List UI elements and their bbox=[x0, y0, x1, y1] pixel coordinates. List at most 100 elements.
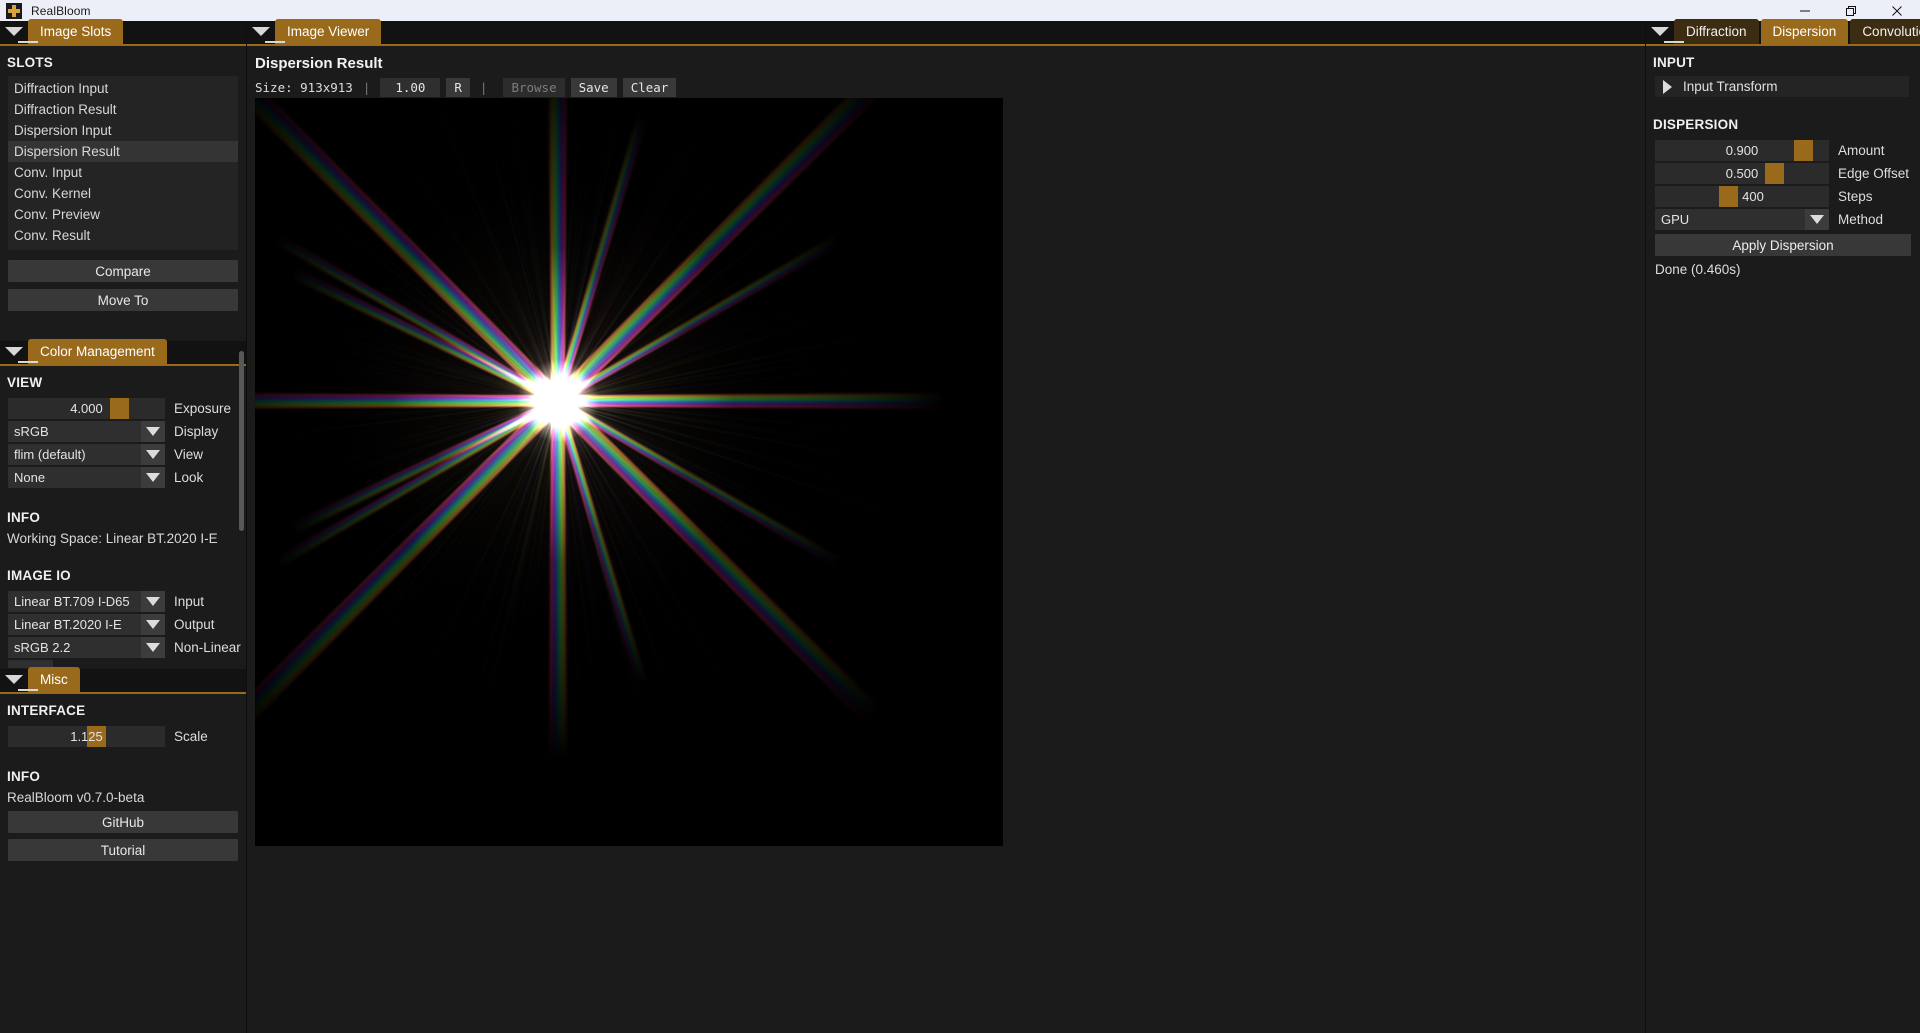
image-size-text: Size: 913x913 bbox=[255, 80, 353, 95]
interface-heading: INTERFACE bbox=[0, 694, 246, 724]
image-viewer-tabbar: Image Viewer bbox=[247, 21, 1645, 46]
display-select[interactable]: sRGB bbox=[8, 421, 165, 442]
method-label: Method bbox=[1838, 212, 1883, 227]
tutorial-button[interactable]: Tutorial bbox=[8, 839, 238, 861]
look-select[interactable]: None bbox=[8, 467, 165, 488]
right-panel: Diffraction Dispersion Convolution INPUT… bbox=[1646, 21, 1920, 1033]
io-nonlinear-row: sRGB 2.2 Non-Linear bbox=[8, 637, 238, 658]
zoom-value-input[interactable]: 1.00 bbox=[380, 78, 440, 97]
tab-image-viewer[interactable]: Image Viewer bbox=[275, 19, 381, 44]
io-nonlinear-value: sRGB 2.2 bbox=[14, 640, 70, 655]
save-button[interactable]: Save bbox=[571, 78, 617, 97]
display-label: Display bbox=[174, 424, 218, 439]
color-management-tabbar: Color Management bbox=[0, 341, 246, 366]
center-panel: Image Viewer Dispersion Result Size: 913… bbox=[247, 21, 1646, 1033]
list-item[interactable]: Dispersion Result bbox=[8, 141, 238, 162]
io-nonlinear-label: Non-Linear bbox=[174, 640, 241, 655]
minimize-icon[interactable] bbox=[1782, 0, 1828, 21]
list-item[interactable]: Dispersion Input bbox=[8, 120, 238, 141]
slots-list: Diffraction Input Diffraction Result Dis… bbox=[8, 76, 238, 250]
steps-slider[interactable]: 400 bbox=[1655, 186, 1829, 207]
amount-slider[interactable]: 0.900 bbox=[1655, 140, 1829, 161]
io-nonlinear-select[interactable]: sRGB 2.2 bbox=[8, 637, 165, 658]
amount-label: Amount bbox=[1838, 143, 1885, 158]
io-output-select[interactable]: Linear BT.2020 I-E bbox=[8, 614, 165, 635]
method-select[interactable]: GPU bbox=[1655, 209, 1829, 230]
tab-color-management[interactable]: Color Management bbox=[28, 339, 167, 364]
cm-info-heading: INFO bbox=[0, 488, 246, 531]
steps-value: 400 bbox=[1742, 189, 1764, 204]
viewer-toolbar: Size: 913x913 | 1.00 R | Browse Save Cle… bbox=[247, 72, 1645, 98]
chevron-down-icon[interactable] bbox=[1805, 209, 1829, 230]
exposure-slider[interactable]: 4.000 bbox=[8, 398, 165, 419]
left-panel: Image Slots SLOTS Diffraction Input Diff… bbox=[0, 21, 247, 1033]
chevron-down-icon[interactable] bbox=[141, 614, 165, 635]
chevron-down-icon[interactable] bbox=[141, 467, 165, 488]
io-input-select[interactable]: Linear BT.709 I-D65 bbox=[8, 591, 165, 612]
triangle-right-icon[interactable] bbox=[1663, 80, 1672, 94]
dispersion-result-image[interactable] bbox=[255, 98, 1003, 846]
tab-image-slots[interactable]: Image Slots bbox=[28, 19, 123, 44]
dispersion-heading: DISPERSION bbox=[1646, 97, 1920, 138]
collapse-arrow-icon[interactable] bbox=[1646, 19, 1674, 44]
chevron-down-icon[interactable] bbox=[141, 637, 165, 658]
io-output-label: Output bbox=[174, 617, 215, 632]
input-transform-label: Input Transform bbox=[1683, 79, 1778, 94]
exposure-value: 4.000 bbox=[70, 401, 103, 416]
reset-zoom-button[interactable]: R bbox=[446, 78, 470, 97]
misc-info-heading: INFO bbox=[0, 747, 246, 790]
exposure-label: Exposure bbox=[174, 401, 231, 416]
collapse-arrow-icon[interactable] bbox=[0, 667, 28, 692]
exposure-row: 4.000 Exposure bbox=[8, 398, 238, 419]
misc-tabbar: Misc bbox=[0, 669, 246, 694]
look-label: Look bbox=[174, 470, 203, 485]
apply-dispersion-button[interactable]: Apply Dispersion bbox=[1655, 234, 1911, 256]
module-tabbar: Diffraction Dispersion Convolution bbox=[1646, 21, 1920, 46]
tab-dispersion[interactable]: Dispersion bbox=[1761, 19, 1849, 44]
image-slots-tabbar: Image Slots bbox=[0, 21, 246, 46]
method-row: GPU Method bbox=[1655, 209, 1911, 230]
window-controls bbox=[1782, 0, 1920, 21]
move-to-button[interactable]: Move To bbox=[8, 289, 238, 311]
list-item[interactable]: Diffraction Input bbox=[8, 78, 238, 99]
collapse-arrow-icon[interactable] bbox=[0, 19, 28, 44]
chevron-down-icon[interactable] bbox=[141, 444, 165, 465]
list-item[interactable]: Diffraction Result bbox=[8, 99, 238, 120]
window-title: RealBloom bbox=[31, 4, 91, 18]
list-item[interactable]: Conv. Kernel bbox=[8, 183, 238, 204]
list-item[interactable]: Conv. Preview bbox=[8, 204, 238, 225]
page-title: Dispersion Result bbox=[247, 46, 1645, 72]
chevron-down-icon[interactable] bbox=[141, 421, 165, 442]
view-value: flim (default) bbox=[14, 447, 86, 462]
io-input-row: Linear BT.709 I-D65 Input bbox=[8, 591, 238, 612]
input-transform-row[interactable]: Input Transform bbox=[1655, 76, 1909, 97]
collapse-arrow-icon[interactable] bbox=[0, 339, 28, 364]
github-button[interactable]: GitHub bbox=[8, 811, 238, 833]
collapse-arrow-icon[interactable] bbox=[247, 19, 275, 44]
browse-button[interactable]: Browse bbox=[503, 78, 564, 97]
look-row: None Look bbox=[8, 467, 238, 488]
steps-row: 400 Steps bbox=[1655, 186, 1911, 207]
app-plus-icon bbox=[6, 3, 22, 19]
display-value: sRGB bbox=[14, 424, 49, 439]
image-canvas-area[interactable] bbox=[247, 98, 1645, 1033]
scale-slider[interactable]: 1.125 bbox=[8, 726, 165, 747]
compare-button[interactable]: Compare bbox=[8, 260, 238, 282]
version-text: RealBloom v0.7.0-beta bbox=[0, 790, 246, 805]
io-output-row: Linear BT.2020 I-E Output bbox=[8, 614, 238, 635]
tab-convolution[interactable]: Convolution bbox=[1850, 19, 1920, 44]
view-label: View bbox=[174, 447, 203, 462]
clear-button[interactable]: Clear bbox=[623, 78, 677, 97]
tab-diffraction[interactable]: Diffraction bbox=[1674, 19, 1759, 44]
image-io-heading: IMAGE IO bbox=[0, 546, 246, 589]
edge-offset-label: Edge Offset bbox=[1838, 166, 1909, 181]
maximize-icon[interactable] bbox=[1828, 0, 1874, 21]
chevron-down-icon[interactable] bbox=[141, 591, 165, 612]
view-select[interactable]: flim (default) bbox=[8, 444, 165, 465]
left-panel-scrollbar[interactable] bbox=[239, 351, 244, 531]
list-item[interactable]: Conv. Result bbox=[8, 225, 238, 246]
list-item[interactable]: Conv. Input bbox=[8, 162, 238, 183]
edge-offset-slider[interactable]: 0.500 bbox=[1655, 163, 1829, 184]
scale-row: 1.125 Scale bbox=[8, 726, 238, 747]
close-icon[interactable] bbox=[1874, 0, 1920, 21]
